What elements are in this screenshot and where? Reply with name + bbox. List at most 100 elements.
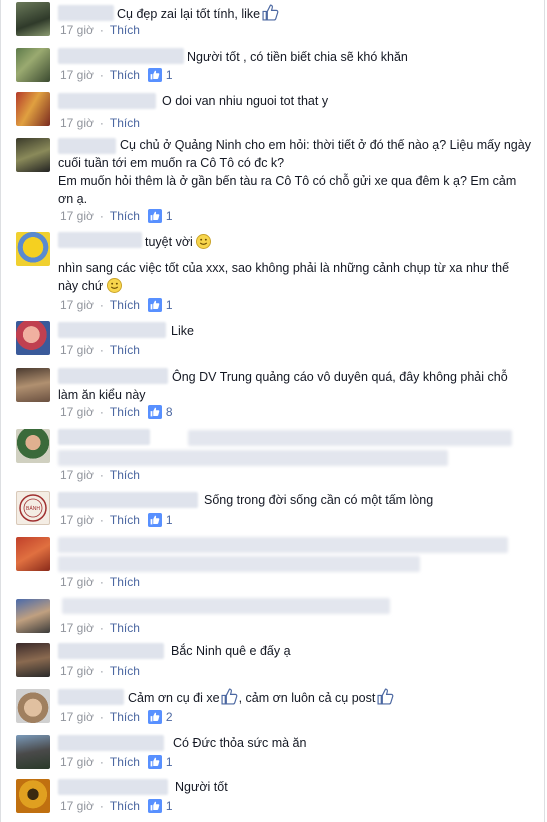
comment-item: Có Đức thỏa sức mà ăn 17 giờ · Thích 1	[0, 732, 545, 776]
comment-item: Bắc Ninh quê e đấy ạ 17 giờ · Thích	[0, 640, 545, 684]
like-count[interactable]: 1	[147, 298, 173, 312]
comment-time[interactable]: 17 giờ	[60, 621, 94, 635]
comment-meta: 17 giờ · Thích 1	[60, 209, 173, 223]
comment-time[interactable]: 17 giờ	[60, 298, 94, 312]
avatar[interactable]	[16, 48, 50, 82]
like-link[interactable]: Thích	[110, 799, 140, 813]
avatar[interactable]	[16, 368, 50, 402]
commenter-name-redacted[interactable]	[58, 232, 142, 248]
comment-meta: 17 giờ · Thích	[60, 575, 140, 589]
comment-time[interactable]: 17 giờ	[60, 68, 94, 82]
like-count[interactable]: 1	[147, 755, 173, 769]
commenter-name-redacted[interactable]	[58, 643, 164, 659]
comment-meta: 17 giờ · Thích	[60, 23, 140, 37]
comment-time[interactable]: 17 giờ	[60, 513, 94, 527]
comment-text-redacted	[58, 450, 448, 466]
avatar[interactable]	[16, 537, 50, 571]
like-link[interactable]: Thích	[110, 405, 140, 419]
like-link[interactable]: Thích	[110, 298, 140, 312]
comment-text: tuyệt vời	[145, 233, 212, 251]
comment-item: Người tốt , có tiền biết chia sẽ khó khă…	[0, 46, 545, 90]
comment-time[interactable]: 17 giờ	[60, 799, 94, 813]
like-link[interactable]: Thích	[110, 755, 140, 769]
comment-time[interactable]: 17 giờ	[60, 468, 94, 482]
comment-item: Cụ chủ ở Quảng Ninh cho em hỏi: thời tiế…	[0, 136, 545, 228]
like-link[interactable]: Thích	[110, 116, 140, 130]
commenter-name-redacted[interactable]	[58, 48, 184, 64]
like-link[interactable]: Thích	[110, 575, 140, 589]
thumbs-up-icon	[147, 799, 162, 813]
comment-meta: 17 giờ · Thích	[60, 468, 140, 482]
commenter-name-redacted[interactable]	[58, 322, 166, 338]
comment-time[interactable]: 17 giờ	[60, 23, 94, 37]
thumbs-up-icon	[147, 513, 162, 527]
thumbs-up-icon	[221, 688, 237, 705]
comment-text-redacted	[58, 537, 508, 553]
like-link[interactable]: Thích	[110, 343, 140, 357]
comment-time[interactable]: 17 giờ	[60, 755, 94, 769]
avatar[interactable]	[16, 689, 50, 723]
commenter-name-redacted[interactable]	[58, 93, 156, 109]
comment-time[interactable]: 17 giờ	[60, 664, 94, 678]
like-count[interactable]: 1	[147, 209, 173, 223]
thumbs-up-icon	[147, 755, 162, 769]
avatar[interactable]	[16, 321, 50, 355]
commenter-name-redacted[interactable]	[58, 779, 168, 795]
comment-meta: 17 giờ · Thích 1	[60, 513, 173, 527]
thumbs-up-icon	[147, 710, 162, 724]
avatar[interactable]	[16, 232, 50, 266]
avatar[interactable]: BÁNH	[16, 491, 50, 525]
comment-item: Người tốt 17 giờ · Thích 1	[0, 776, 545, 822]
like-count[interactable]: 1	[147, 68, 173, 82]
comment-text: Cảm ơn cụ đi xe, cảm ơn luôn cả cụ post	[128, 688, 394, 707]
like-link[interactable]: Thích	[110, 710, 140, 724]
avatar[interactable]	[16, 138, 50, 172]
like-link[interactable]: Thích	[110, 468, 140, 482]
commenter-name-redacted[interactable]	[58, 689, 124, 705]
comment-meta: 17 giờ · Thích 1	[60, 298, 173, 312]
like-link[interactable]: Thích	[110, 664, 140, 678]
comment-time[interactable]: 17 giờ	[60, 209, 94, 223]
comment-time[interactable]: 17 giờ	[60, 575, 94, 589]
like-link[interactable]: Thích	[110, 209, 140, 223]
commenter-name-redacted[interactable]	[58, 492, 198, 508]
commenter-name-redacted[interactable]	[58, 735, 164, 751]
comment-time[interactable]: 17 giờ	[60, 710, 94, 724]
like-count[interactable]: 1	[147, 799, 173, 813]
like-count[interactable]: 1	[147, 513, 173, 527]
comment-text: Có Đức thỏa sức mà ăn	[173, 736, 307, 750]
comment-meta: 17 giờ · Thích 1	[60, 755, 173, 769]
comment-item: Like 17 giờ · Thích	[0, 318, 545, 362]
like-link[interactable]: Thích	[110, 68, 140, 82]
commenter-name-redacted[interactable]	[58, 429, 150, 445]
thumbs-up-icon	[147, 68, 162, 82]
comment-item: Cụ đẹp zai lại tốt tính, like 17 giờ · Thí…	[0, 0, 545, 44]
like-link[interactable]: Thích	[110, 23, 140, 37]
comment-item: tuyệt vời nhìn sang các việc tốt của xxx…	[0, 230, 545, 316]
thumbs-up-icon	[147, 298, 162, 312]
comment-item: Cảm ơn cụ đi xe, cảm ơn luôn cả cụ post …	[0, 686, 545, 730]
like-link[interactable]: Thích	[110, 513, 140, 527]
comment-time[interactable]: 17 giờ	[60, 405, 94, 419]
comment-text: Like	[171, 324, 194, 338]
comment-time[interactable]: 17 giờ	[60, 116, 94, 130]
avatar[interactable]	[16, 599, 50, 633]
comment-meta: 17 giờ · Thích	[60, 116, 140, 130]
comment-text-continued: nhìn sang các việc tốt của xxx, sao khôn…	[58, 261, 510, 293]
avatar[interactable]	[16, 643, 50, 677]
avatar[interactable]	[16, 429, 50, 463]
avatar[interactable]	[16, 2, 50, 36]
like-count[interactable]: 2	[147, 710, 173, 724]
like-link[interactable]: Thích	[110, 621, 140, 635]
comment-time[interactable]: 17 giờ	[60, 343, 94, 357]
comment-item: Ông DV Trung quảng cáo vô duyên quá, đây…	[0, 366, 545, 424]
like-count[interactable]: 8	[147, 405, 173, 419]
avatar[interactable]	[16, 92, 50, 126]
avatar[interactable]	[16, 735, 50, 769]
comment-meta: 17 giờ · Thích	[60, 621, 140, 635]
comment-meta: 17 giờ · Thích	[60, 664, 140, 678]
avatar[interactable]	[16, 779, 50, 813]
commenter-name-redacted[interactable]	[58, 5, 114, 21]
comment-meta: 17 giờ · Thích 1	[60, 799, 173, 813]
svg-text:BÁNH: BÁNH	[26, 505, 40, 512]
